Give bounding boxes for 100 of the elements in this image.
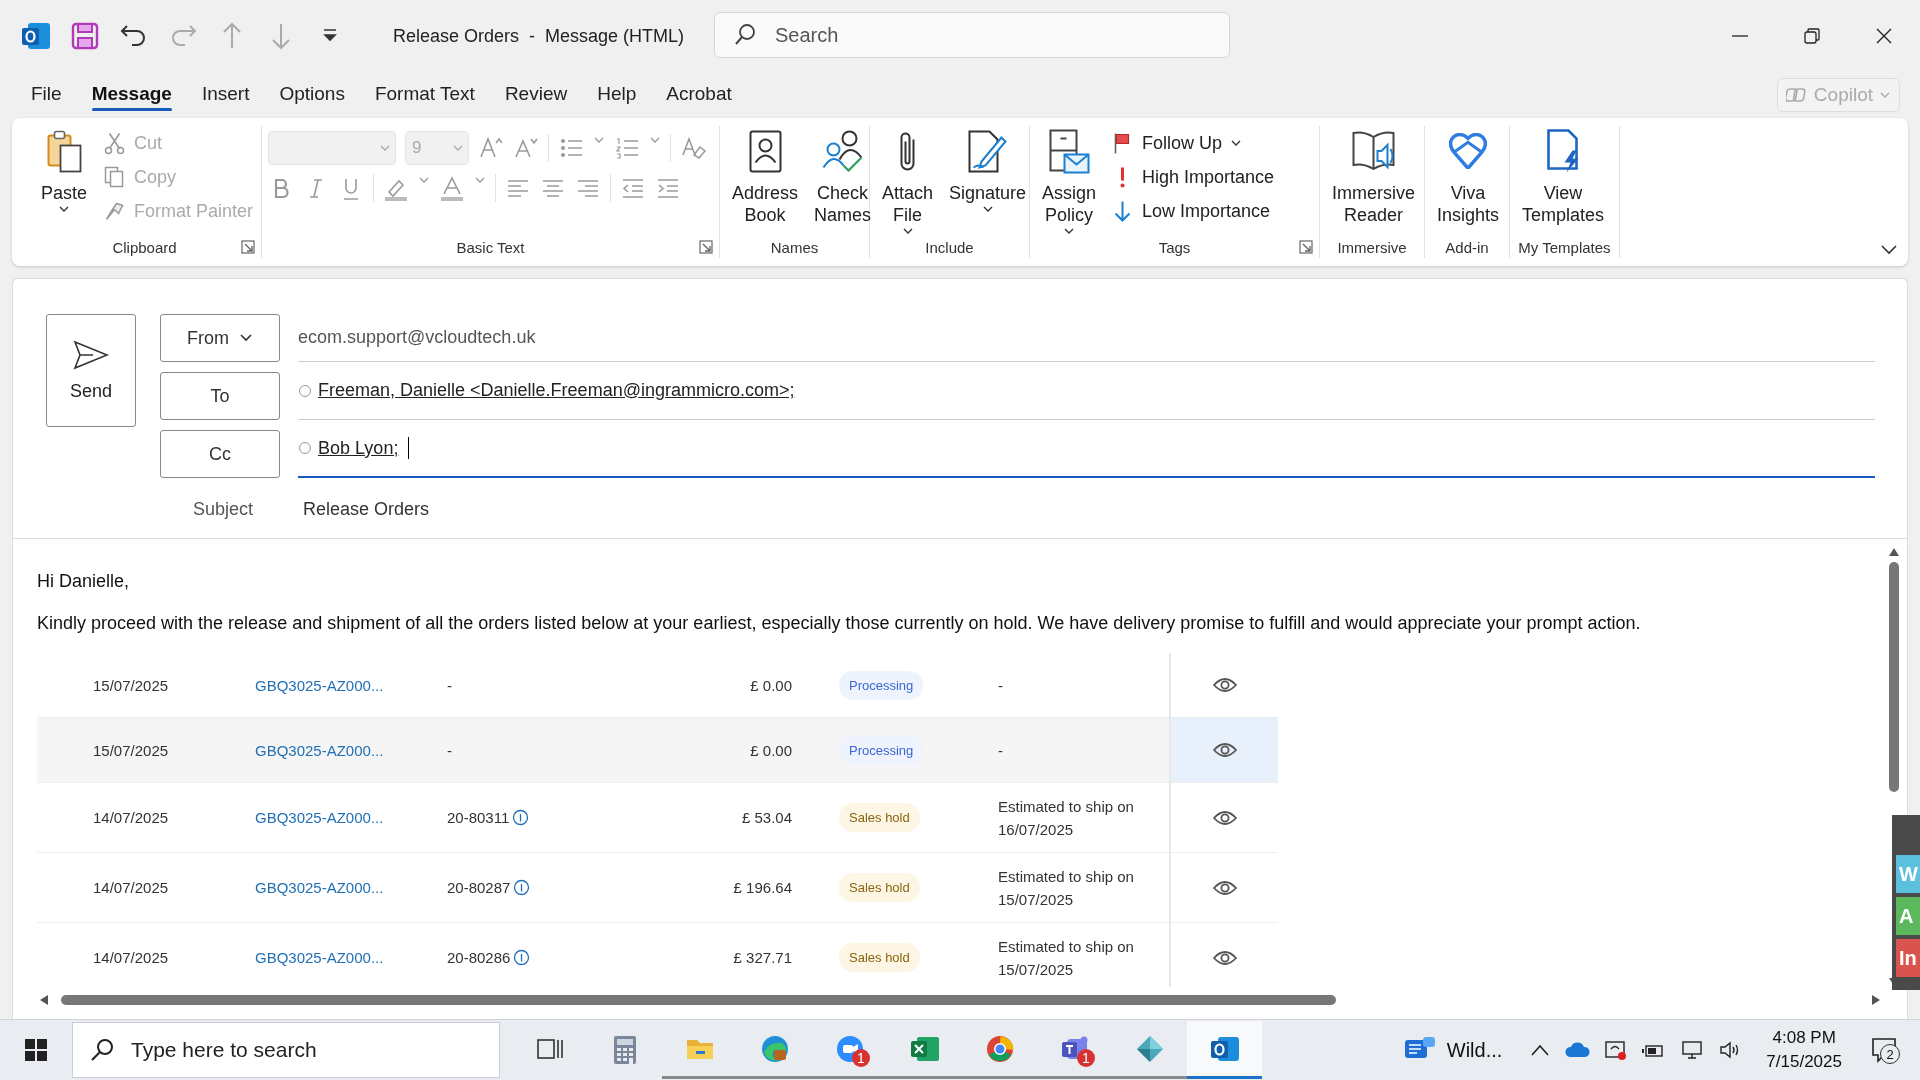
dialog-launcher-icon[interactable] [241, 240, 255, 254]
order-link[interactable]: GBQ3025-AZ000... [255, 879, 384, 896]
menu-tab[interactable]: Review [493, 77, 579, 113]
ribbon-button[interactable]: High Importance [1106, 162, 1279, 192]
book-speaker-icon [1352, 131, 1395, 171]
paperclip-icon [900, 131, 915, 171]
ribbon-button[interactable]: Viva Insights [1431, 126, 1506, 226]
ribbon-button[interactable]: Low Importance [1106, 196, 1279, 226]
side-tab[interactable]: In [1896, 939, 1920, 977]
dialog-launcher-icon[interactable] [1299, 240, 1313, 254]
ribbon-button[interactable]: Assign Policy [1036, 126, 1103, 236]
scroll-right-icon[interactable] [1871, 994, 1881, 1006]
eye-icon[interactable] [1211, 676, 1238, 694]
ribbon-button[interactable]: Signature [943, 126, 1033, 214]
menu-tab[interactable]: File [20, 77, 73, 113]
ribbon-button[interactable]: Immersive Reader [1326, 126, 1421, 226]
eta-text: Estimated to ship on 16/07/2025 [998, 797, 1134, 838]
date-cell: 15/07/2025 [37, 653, 231, 718]
eye-icon[interactable] [1211, 808, 1238, 827]
taskbar-search-field[interactable]: Type here to search [72, 1022, 500, 1078]
recipient[interactable]: Bob Lyon; [318, 437, 399, 459]
ribbon-button[interactable]: View Templates [1516, 126, 1611, 226]
scroll-up-icon[interactable] [1888, 547, 1900, 557]
ribbon-button[interactable]: Follow Up [1106, 128, 1279, 158]
menu-tab[interactable]: Insert [190, 77, 261, 113]
clock-date[interactable]: 7/15/2025 [1766, 1052, 1842, 1072]
eye-icon[interactable] [1211, 878, 1238, 897]
send-button[interactable]: Send [46, 314, 136, 427]
cc-button[interactable]: Cc [160, 430, 280, 478]
menu-tab[interactable]: Format Text [363, 77, 486, 113]
info-icon[interactable] [512, 809, 530, 826]
menu-tab[interactable]: Message [80, 77, 183, 113]
order-link[interactable]: GBQ3025-AZ000... [255, 809, 384, 826]
taskbar-app[interactable]: 1 [1037, 1021, 1112, 1079]
collapse-ribbon-icon[interactable] [1880, 244, 1898, 256]
notification-icon[interactable] [1870, 1036, 1898, 1064]
menu-tab[interactable]: Acrobat [655, 77, 743, 113]
caret-icon [452, 143, 464, 153]
info-icon[interactable] [513, 879, 531, 896]
network-icon[interactable] [1680, 1039, 1705, 1061]
scissors-icon [103, 131, 125, 155]
brush-icon [104, 201, 124, 221]
reference-text: 20-80286 [447, 949, 511, 966]
subject-label: Subject [191, 498, 254, 520]
close-icon[interactable] [1874, 26, 1894, 46]
info-icon[interactable] [513, 949, 531, 966]
restore-icon[interactable] [1802, 26, 1822, 46]
font-color-icon[interactable] [439, 175, 465, 201]
date-cell: 14/07/2025 [37, 922, 231, 987]
group-label: My Templates [1517, 239, 1612, 258]
eta-text: Estimated to ship on 15/07/2025 [998, 867, 1134, 908]
security-icon[interactable] [1604, 1039, 1629, 1061]
subject-field[interactable]: Release Orders [303, 498, 430, 520]
vertical-scrollbar[interactable] [1889, 562, 1899, 792]
caret-icon [981, 204, 994, 214]
cloud-icon[interactable] [1564, 1041, 1591, 1059]
reference-text: 20-80287 [447, 879, 511, 896]
cc-field[interactable]: Bob Lyon; [298, 420, 1875, 478]
order-link[interactable]: GBQ3025-AZ000... [255, 949, 384, 966]
clear-format-icon[interactable] [680, 135, 706, 161]
menu-tab[interactable]: Help [586, 77, 648, 113]
scroll-left-icon[interactable] [39, 994, 49, 1006]
eta-text: Estimated to ship on 15/07/2025 [998, 937, 1134, 978]
group-label: Names [769, 239, 820, 258]
widget-label[interactable]: Wild... [1446, 1038, 1503, 1062]
menu-tab[interactable]: Options [268, 77, 356, 113]
group-label: Clipboard [111, 239, 178, 258]
dialog-launcher-icon[interactable] [699, 240, 713, 254]
save-icon[interactable] [69, 20, 101, 52]
text-cursor [408, 437, 410, 459]
status-badge: Sales hold [839, 803, 920, 832]
eye-icon[interactable] [1211, 948, 1238, 967]
ribbon-button[interactable]: Paste [34, 126, 94, 214]
amount-cell: £ 196.64 [637, 852, 802, 923]
document-bolt-icon [1546, 128, 1580, 174]
status-badge: Sales hold [839, 873, 920, 902]
group-label: Immersive [1336, 239, 1408, 258]
order-link[interactable]: GBQ3025-AZ000... [255, 741, 384, 759]
eye-icon[interactable] [1211, 741, 1238, 759]
pen-document-icon [968, 129, 1008, 173]
heart-icon [1449, 132, 1487, 170]
chevron-up-icon[interactable] [1530, 1043, 1551, 1057]
taskbar-app[interactable] [1187, 1021, 1262, 1079]
mail-app-icon[interactable] [20, 20, 52, 52]
taskbar-app[interactable]: 1 [812, 1021, 887, 1079]
search-field[interactable]: Search [714, 12, 1230, 58]
recipient[interactable]: Freeman, Danielle <Danielle.Freeman@ingrammicro.com>; [318, 380, 795, 401]
order-link[interactable]: GBQ3025-AZ000... [255, 676, 384, 694]
amount-cell: £ 53.04 [637, 782, 802, 853]
caret-icon [239, 333, 253, 343]
windows-start-icon[interactable] [24, 1038, 48, 1062]
to-field[interactable]: Freeman, Danielle <Danielle.Freeman@ingrammicro.com>; [298, 362, 1875, 420]
ribbon-button[interactable]: Address Book [726, 126, 805, 226]
to-button[interactable]: To [160, 372, 280, 420]
clock-time[interactable]: 4:08 PM [1772, 1028, 1836, 1048]
amount-cell: £ 0.00 [637, 717, 802, 783]
ribbon-button[interactable]: Attach File [876, 126, 940, 236]
ribbon-button[interactable]: Check Names [808, 126, 878, 226]
horizontal-scrollbar[interactable] [61, 995, 1336, 1005]
from-button[interactable]: From [160, 314, 280, 362]
